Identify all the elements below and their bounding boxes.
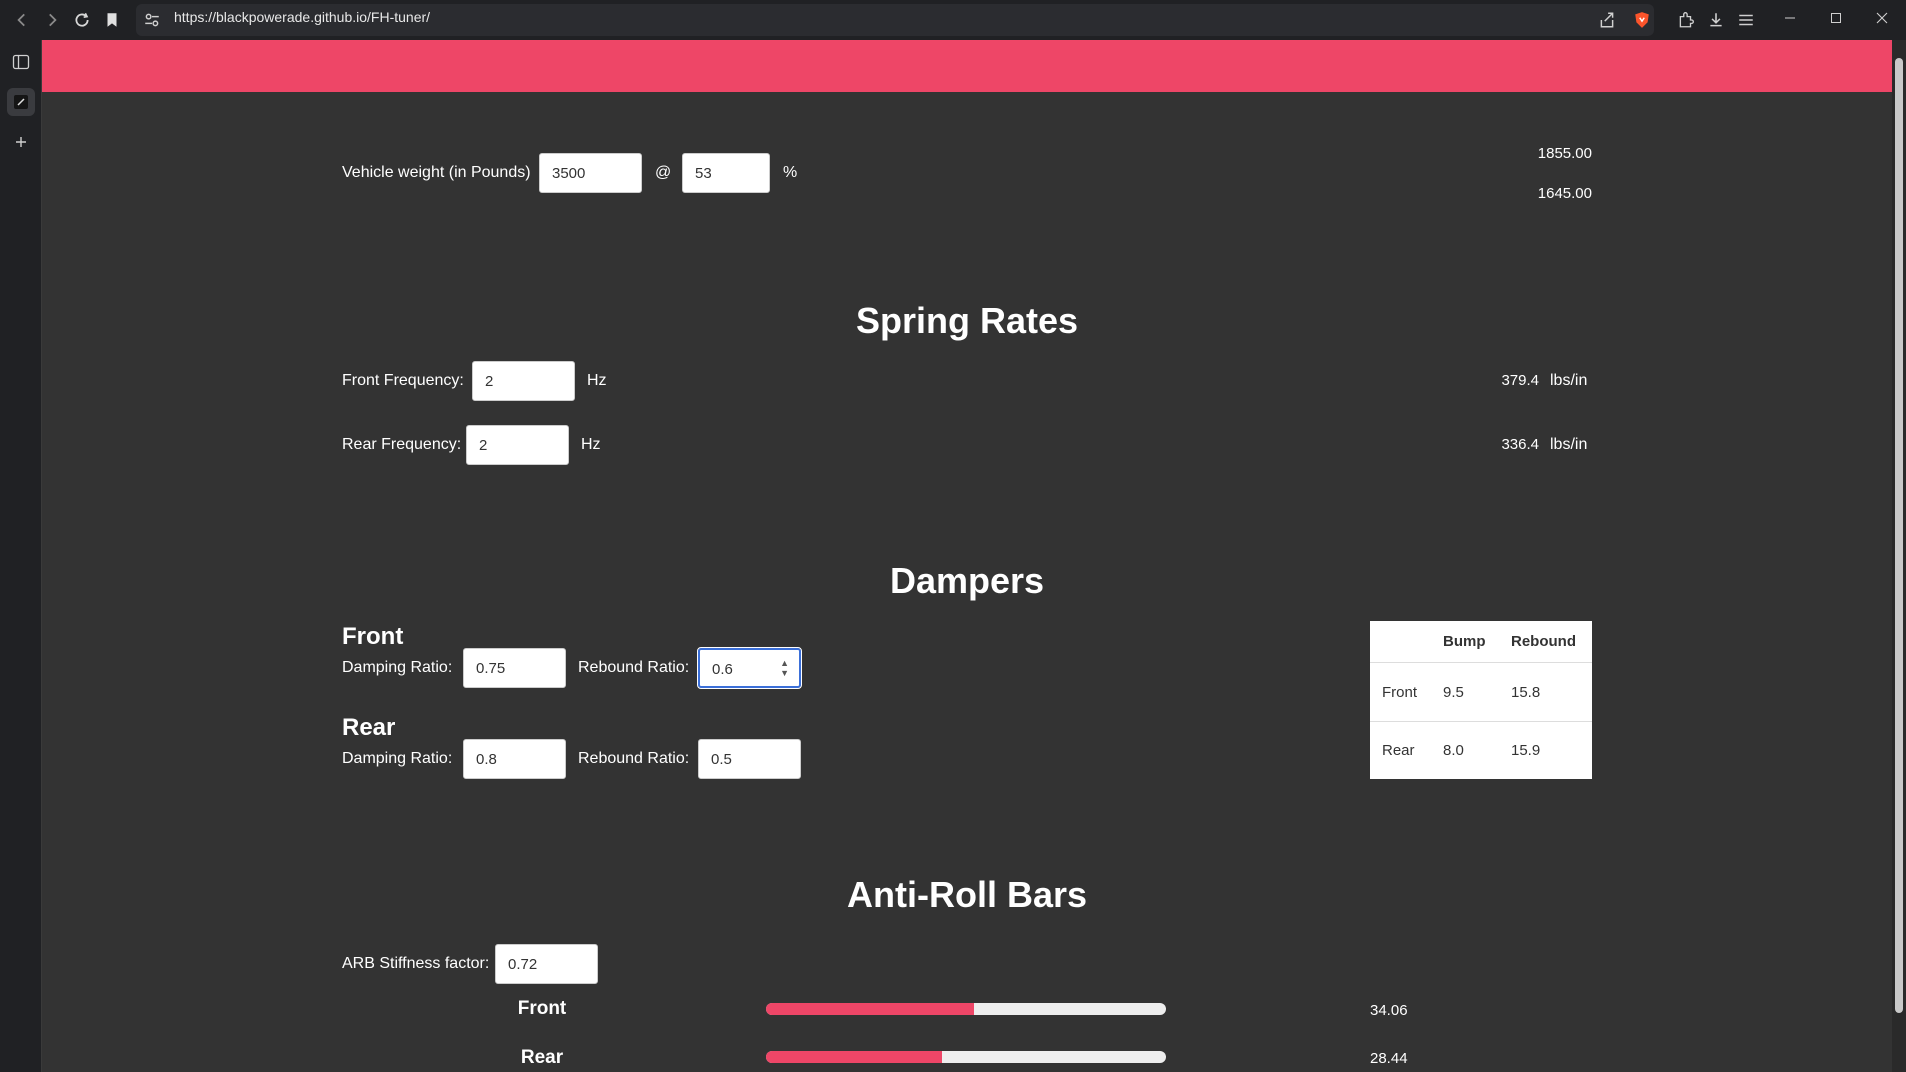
share-icon[interactable] [1595, 8, 1619, 32]
front-dampers-heading: Front [342, 623, 404, 650]
front-frequency-input[interactable]: 2 [472, 361, 575, 401]
rear-frequency-unit: Hz [581, 436, 601, 453]
table-header-row: Bump Rebound [1370, 621, 1592, 663]
browser-sidebar [0, 40, 42, 1072]
rear-frequency-input[interactable]: 2 [466, 425, 569, 465]
browser-toolbar: https://blackpowerade.github.io/FH-tuner… [0, 0, 1906, 40]
new-tab-icon[interactable] [7, 128, 35, 156]
arb-stiffness-input[interactable]: 0.72 [495, 944, 598, 984]
arb-front-label: Front [517, 998, 567, 1019]
table-cell-name: Rear [1382, 742, 1415, 759]
forward-icon[interactable] [40, 8, 64, 32]
weight-distribution-input[interactable]: 53 [682, 153, 770, 193]
anti-roll-bars-heading: Anti-Roll Bars [846, 874, 1087, 915]
damper-results-table: Bump Rebound Front 9.5 15.8 Rear 8.0 15.… [1370, 621, 1592, 779]
rear-rebound-ratio-input[interactable]: 0.5 [698, 739, 801, 779]
site-settings-icon[interactable] [140, 8, 164, 32]
url-text[interactable]: https://blackpowerade.github.io/FH-tuner… [174, 9, 430, 25]
arb-front-value: 34.06 [1370, 1002, 1408, 1019]
back-icon[interactable] [10, 8, 34, 32]
front-damping-ratio-label: Damping Ratio: [342, 659, 453, 676]
front-spring-rate-value: 379.4 [1501, 372, 1539, 389]
menu-icon[interactable] [1734, 8, 1758, 32]
front-rebound-ratio-label: Rebound Ratio: [578, 659, 690, 676]
arb-front-bar [766, 1003, 1166, 1015]
front-weight-value: 1855.00 [1537, 145, 1592, 162]
arb-rear-label: Rear [520, 1047, 564, 1068]
table-header-bump: Bump [1443, 633, 1486, 650]
rear-frequency-label: Rear Frequency: [342, 436, 462, 453]
page-content: Vehicle weight (in Pounds) 3500 @ 53 % 1… [42, 40, 1892, 1072]
rear-damping-ratio-label: Damping Ratio: [342, 750, 453, 767]
minimize-icon[interactable] [1770, 6, 1810, 30]
front-rebound-ratio-value: 0.6 [712, 661, 733, 678]
rear-spring-rate-unit: lbs/in [1550, 436, 1588, 453]
number-spinner-icon[interactable]: ▲ ▼ [780, 658, 789, 678]
table-row: Front 9.5 15.8 [1370, 663, 1592, 722]
sidebar-toggle-icon[interactable] [7, 48, 35, 76]
rear-dampers-heading: Rear [342, 714, 396, 741]
brave-shield-icon[interactable] [1630, 8, 1654, 32]
front-spring-rate-unit: lbs/in [1550, 372, 1588, 389]
close-icon[interactable] [1862, 6, 1902, 30]
arb-rear-bar-fill [766, 1051, 942, 1063]
table-cell-name: Front [1382, 684, 1418, 701]
arb-rear-bar [766, 1051, 1166, 1063]
table-cell-bump: 9.5 [1443, 684, 1464, 701]
page-scrollbar[interactable] [1892, 40, 1906, 1072]
arb-stiffness-label: ARB Stiffness factor: [342, 955, 490, 972]
reload-icon[interactable] [70, 8, 94, 32]
table-row: Rear 8.0 15.9 [1370, 722, 1592, 779]
bookmark-icon[interactable] [100, 8, 124, 32]
vehicle-weight-input[interactable]: 3500 [539, 153, 642, 193]
front-frequency-unit: Hz [587, 372, 607, 389]
rear-damping-ratio-input[interactable]: 0.8 [463, 739, 566, 779]
front-frequency-label: Front Frequency: [342, 372, 464, 389]
download-icon[interactable] [1704, 8, 1728, 32]
table-cell-rebound: 15.9 [1511, 742, 1541, 759]
sidebar-tab-favicon-icon[interactable] [7, 88, 35, 116]
vehicle-weight-label: Vehicle weight (in Pounds) [342, 164, 531, 181]
table-header-rebound: Rebound [1511, 633, 1576, 650]
percent-symbol: % [783, 164, 798, 181]
front-rebound-ratio-input[interactable]: 0.6 ▲ ▼ [697, 647, 802, 689]
table-cell-bump: 8.0 [1443, 742, 1464, 759]
extensions-icon[interactable] [1674, 8, 1698, 32]
spring-rates-heading: Spring Rates [855, 300, 1079, 341]
rear-spring-rate-value: 336.4 [1501, 436, 1539, 453]
front-damping-ratio-input[interactable]: 0.75 [463, 648, 566, 688]
rear-rebound-ratio-label: Rebound Ratio: [578, 750, 690, 767]
top-banner [42, 40, 1892, 92]
scrollbar-thumb[interactable] [1895, 58, 1903, 1013]
maximize-icon[interactable] [1816, 6, 1856, 30]
arb-front-bar-fill [766, 1003, 974, 1015]
table-cell-rebound: 15.8 [1511, 684, 1541, 701]
arb-rear-value: 28.44 [1370, 1050, 1408, 1067]
rear-weight-value: 1645.00 [1537, 185, 1592, 202]
at-symbol: @ [655, 164, 672, 181]
dampers-heading: Dampers [889, 560, 1045, 601]
